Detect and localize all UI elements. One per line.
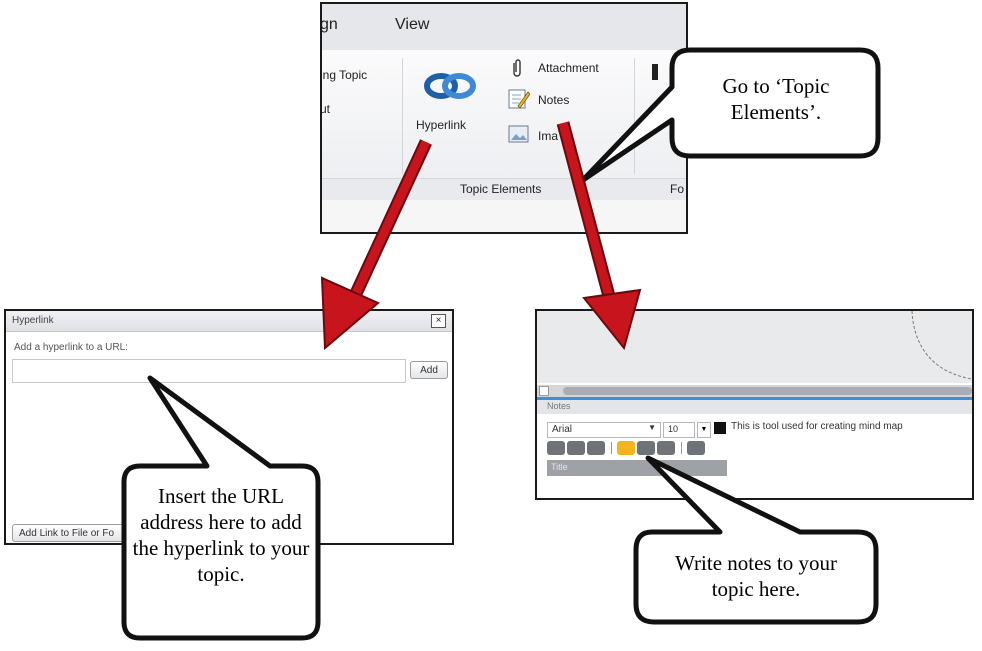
url-callout: Insert the URL address here to add the h…: [126, 483, 316, 587]
notes-callout: Write notes to your topic here.: [638, 550, 874, 602]
red-arrow: [556, 121, 642, 351]
callout-line: address here to add: [140, 510, 302, 534]
callout-line: Insert the URL: [158, 484, 284, 508]
callout-line: topic.: [197, 562, 245, 586]
topic-elements-callout: Go to ‘Topic Elements’.: [674, 73, 878, 125]
red-arrow: [320, 139, 432, 351]
callout-line: Elements’.: [730, 100, 822, 124]
callout-line: Write notes to your: [675, 551, 837, 575]
callout-line: topic here.: [711, 577, 801, 601]
callout-line: the hyperlink to your: [132, 536, 310, 560]
callout-line: Go to ‘Topic: [722, 74, 830, 98]
